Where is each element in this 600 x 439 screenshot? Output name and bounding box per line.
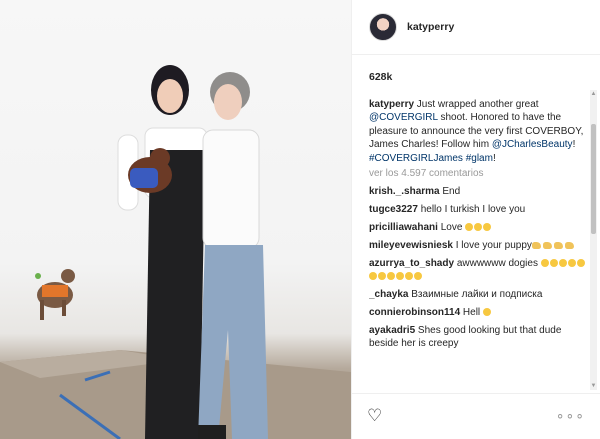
smile-emoji-icon <box>387 272 395 281</box>
dog-emoji-icon <box>542 242 552 250</box>
comment-item: tugce3227 hello I turkish I love you <box>369 203 587 216</box>
scroll-thumb[interactable] <box>591 124 596 234</box>
puppy-shirt <box>130 168 158 188</box>
dog-costume <box>42 285 68 297</box>
smile-emoji-icon <box>576 259 585 268</box>
comment-text: Взаимные лайки и подписка <box>408 289 543 301</box>
scroll-down-icon[interactable]: ▼ <box>590 382 597 390</box>
hashtag-glam[interactable]: #glam <box>466 153 493 164</box>
dog-emoji-icon <box>531 242 541 250</box>
dog-head <box>61 269 75 283</box>
comment-item: azurrya_to_shady awwwwww dogies <box>369 257 587 283</box>
hashtag-covergirljames[interactable]: #COVERGIRLJames <box>369 153 463 164</box>
man-jeans <box>198 245 268 439</box>
smile-emoji-icon <box>540 259 549 268</box>
man-face <box>214 84 242 120</box>
smile-emoji-icon <box>396 272 404 281</box>
mention-jcharlesbeauty[interactable]: @JCharlesBeauty <box>492 139 573 150</box>
smile-emoji-icon <box>369 272 377 281</box>
man-tshirt <box>202 129 260 249</box>
dog-leg <box>62 300 66 316</box>
comment-text: End <box>439 186 461 198</box>
caption: katyperry Just wrapped another great @CO… <box>369 98 587 165</box>
comment-item: connierobinson114 Hell <box>369 306 587 319</box>
likes-count[interactable]: 628k <box>369 71 392 83</box>
post-header: katyperry <box>352 0 600 55</box>
comment-username[interactable]: connierobinson114 <box>369 307 460 318</box>
post-actions: ♡ ∘∘∘ <box>352 393 600 439</box>
comment-username[interactable]: mileyevewisniesk <box>369 240 453 251</box>
smile-emoji-icon <box>378 272 386 281</box>
smile-emoji-icon <box>549 259 558 268</box>
smile-emoji-icon <box>474 223 483 232</box>
dog-leg <box>40 300 44 320</box>
comment-item: krish._.sharma End <box>369 185 587 198</box>
header-username[interactable]: katyperry <box>407 21 454 33</box>
comment-text: Love <box>437 222 466 234</box>
comment-text: Hell <box>460 307 483 319</box>
caption-username[interactable]: katyperry <box>369 99 414 110</box>
dog-hat <box>35 273 41 279</box>
smile-emoji-icon <box>414 272 422 281</box>
smile-emoji-icon <box>567 259 576 268</box>
post-photo[interactable] <box>0 0 351 439</box>
man-shoe <box>198 425 226 439</box>
comment-username[interactable]: azurrya_to_shady <box>369 258 454 269</box>
comment-username[interactable]: ayakadri5 <box>369 325 415 336</box>
comments-scrollbar[interactable]: ▲ ▼ <box>590 90 597 390</box>
comment-text: I love your puppy <box>452 240 532 252</box>
caption-text: ! <box>572 139 576 151</box>
scroll-up-icon[interactable]: ▲ <box>590 90 597 98</box>
dog-emoji-icon <box>564 242 574 250</box>
woman-jumpsuit <box>145 150 205 439</box>
comment-username[interactable]: tugce3227 <box>369 204 418 215</box>
more-options-icon[interactable]: ∘∘∘ <box>556 408 585 422</box>
comment-item: mileyevewisniesk I love your puppy <box>369 239 587 252</box>
avatar[interactable] <box>369 13 397 41</box>
caption-text: ! <box>492 152 496 164</box>
puppy-head <box>150 148 170 168</box>
comment-username[interactable]: pricilliawahani <box>369 222 438 233</box>
caption-text: Just wrapped another great <box>414 99 539 110</box>
dog-emoji-icon <box>553 242 563 250</box>
smile-emoji-icon <box>558 259 567 268</box>
comment-item: pricilliawahani Love <box>369 221 587 234</box>
heart-icon[interactable]: ♡ <box>367 407 382 424</box>
mention-covergirl[interactable]: @COVERGIRL <box>369 112 438 123</box>
comments-list: katyperry Just wrapped another great @CO… <box>369 98 587 388</box>
woman-face <box>157 79 183 113</box>
post-sidebar: katyperry 628k katyperry Just wrapped an… <box>351 0 600 439</box>
comment-item: ayakadri5 Shes good looking but that dud… <box>369 324 587 350</box>
smile-emoji-icon <box>465 223 474 232</box>
photo-illustration <box>0 65 351 439</box>
scared-emoji-icon <box>482 308 491 317</box>
comment-username[interactable]: krish._.sharma <box>369 186 440 197</box>
smile-emoji-icon <box>405 272 413 281</box>
comment-item: _chayka Взаимные лайки и подписка <box>369 288 587 301</box>
smile-emoji-icon <box>483 223 492 232</box>
comment-text: awwwwww dogies <box>454 258 541 270</box>
comment-text: hello I turkish I love you <box>417 204 526 216</box>
comment-username[interactable]: _chayka <box>369 289 408 300</box>
view-all-comments[interactable]: ver los 4.597 comentarios <box>369 167 587 180</box>
